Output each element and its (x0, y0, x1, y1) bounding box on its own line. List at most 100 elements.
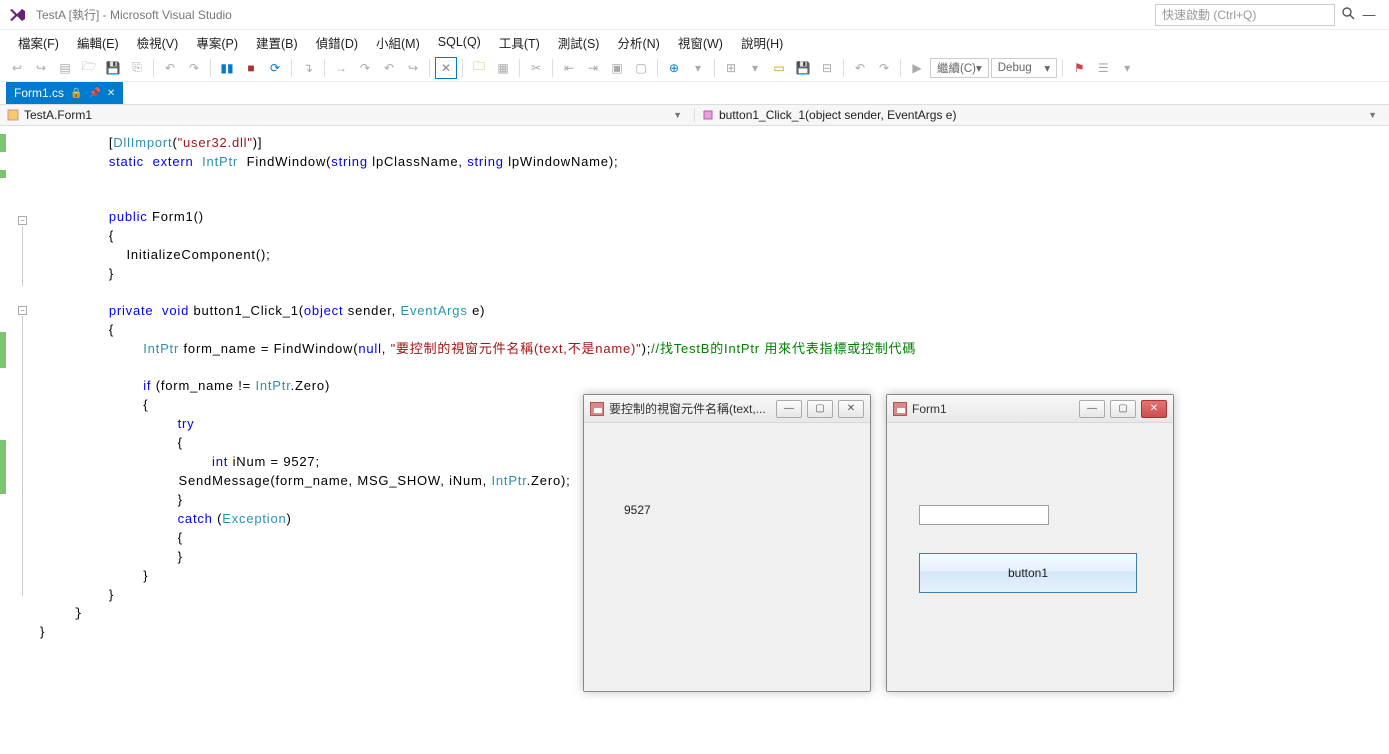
menu-build[interactable]: 建置(B) (248, 31, 306, 54)
minimize-button[interactable]: — (1079, 400, 1105, 418)
popup2-body: button1 (887, 423, 1173, 691)
pause-icon[interactable]: ▮▮ (216, 57, 238, 79)
stop-icon[interactable]: ■ (240, 57, 262, 79)
open-icon[interactable]: 🗁 (78, 57, 100, 79)
flag-icon[interactable]: ⚑ (1068, 57, 1090, 79)
menu-analyze[interactable]: 分析(N) (609, 31, 667, 54)
close-button[interactable]: ✕ (1141, 400, 1167, 418)
uncomment-icon[interactable]: ▢ (630, 57, 652, 79)
undo2-icon[interactable]: ↶ (849, 57, 871, 79)
close-button[interactable]: ✕ (838, 400, 864, 418)
more-icon[interactable]: ▾ (1116, 57, 1138, 79)
undo-icon[interactable]: ↶ (159, 57, 181, 79)
sep (429, 59, 430, 77)
menu-file[interactable]: 檔案(F) (10, 31, 67, 54)
nav-type-select[interactable]: TestA.Form1 ▼ (0, 108, 694, 122)
stack-icon[interactable]: ☰ (1092, 57, 1114, 79)
menu-test[interactable]: 測試(S) (550, 31, 608, 54)
menubar: 檔案(F) 編輯(E) 檢視(V) 專案(P) 建置(B) 偵錯(D) 小組(M… (0, 30, 1389, 54)
redo2-icon[interactable]: ↷ (873, 57, 895, 79)
fold-icon[interactable]: − (18, 306, 27, 315)
play-icon[interactable]: ▶ (906, 57, 928, 79)
chevron-down-icon: ▼ (1368, 110, 1383, 120)
menu-project[interactable]: 專案(P) (188, 31, 246, 54)
nav-member-select[interactable]: button1_Click_1(object sender, EventArgs… (694, 108, 1389, 122)
popup-testb-window[interactable]: 要控制的視窗元件名稱(text,... — ▢ ✕ 9527 (583, 394, 871, 692)
minimize-icon[interactable]: — (1355, 7, 1383, 22)
save-icon[interactable]: 💾 (102, 57, 124, 79)
sep (462, 59, 463, 77)
step-out-icon[interactable]: ↶ (378, 57, 400, 79)
misc5-icon[interactable]: ⊟ (816, 57, 838, 79)
sep (324, 59, 325, 77)
step-icon[interactable]: ↴ (297, 57, 319, 79)
chevron-down-icon: ▼ (673, 110, 688, 120)
search-icon[interactable] (1341, 6, 1355, 23)
popup1-titlebar[interactable]: 要控制的視窗元件名稱(text,... — ▢ ✕ (584, 395, 870, 423)
step-into-icon[interactable]: → (330, 57, 352, 79)
step-over-icon[interactable]: ↷ (354, 57, 376, 79)
sep (519, 59, 520, 77)
popup1-title: 要控制的視窗元件名稱(text,... (609, 400, 771, 417)
maximize-button[interactable]: ▢ (1110, 400, 1136, 418)
comment-icon[interactable]: ▣ (606, 57, 628, 79)
cut-icon[interactable]: ✂ (525, 57, 547, 79)
menu-edit[interactable]: 編輯(E) (69, 31, 127, 54)
sep (291, 59, 292, 77)
nav-member-label: button1_Click_1(object sender, EventArgs… (719, 108, 956, 122)
quick-launch-input[interactable]: 快速啟動 (Ctrl+Q) (1155, 4, 1335, 26)
redo-icon[interactable]: ↷ (183, 57, 205, 79)
nav-back-icon[interactable]: ↩ (6, 57, 28, 79)
hex-toggle-icon[interactable]: ✕ (435, 57, 457, 79)
menu-debug[interactable]: 偵錯(D) (308, 31, 366, 54)
tab-form1cs[interactable]: Form1.cs 🔒 📌 ✕ (6, 82, 123, 104)
indent-icon[interactable]: ⇤ (558, 57, 580, 79)
menu-help[interactable]: 說明(H) (733, 31, 791, 54)
quick-launch-placeholder: 快速啟動 (Ctrl+Q) (1162, 6, 1256, 23)
step-back-icon[interactable]: ↪ (402, 57, 424, 79)
app-icon (590, 402, 604, 416)
popup2-button1[interactable]: button1 (919, 553, 1137, 593)
tab-row: Form1.cs 🔒 📌 ✕ (0, 82, 1389, 104)
misc4-icon[interactable]: 💾 (792, 57, 814, 79)
menu-window[interactable]: 視窗(W) (670, 31, 731, 54)
browser-icon[interactable]: ⊕ (663, 57, 685, 79)
menu-team[interactable]: 小組(M) (368, 31, 428, 54)
menu-view[interactable]: 檢視(V) (129, 31, 187, 54)
popup-form1-window[interactable]: Form1 — ▢ ✕ button1 (886, 394, 1174, 692)
maximize-button[interactable]: ▢ (807, 400, 833, 418)
popup2-textbox[interactable] (919, 505, 1049, 525)
props-icon[interactable]: ▦ (492, 57, 514, 79)
new-item-icon[interactable]: ▤ (54, 57, 76, 79)
misc2-icon[interactable]: ▾ (744, 57, 766, 79)
window-title: TestA [執行] - Microsoft Visual Studio (36, 6, 232, 23)
folder-icon[interactable]: 🗀 (468, 57, 490, 79)
outdent-icon[interactable]: ⇥ (582, 57, 604, 79)
misc3-icon[interactable]: ▭ (768, 57, 790, 79)
restart-icon[interactable]: ⟳ (264, 57, 286, 79)
saveall-icon[interactable]: ⎘ (126, 57, 148, 79)
method-icon (701, 108, 715, 122)
sep (153, 59, 154, 77)
sep (714, 59, 715, 77)
popup2-titlebar[interactable]: Form1 — ▢ ✕ (887, 395, 1173, 423)
misc1-icon[interactable]: ⊞ (720, 57, 742, 79)
popup1-body: 9527 (584, 423, 870, 691)
titlebar: TestA [執行] - Microsoft Visual Studio 快速啟… (0, 0, 1389, 30)
sep (843, 59, 844, 77)
pin-icon[interactable]: 📌 (88, 88, 100, 99)
continue-label: 繼續(C) (937, 60, 976, 76)
attach-icon[interactable]: ▾ (687, 57, 709, 79)
fold-icon[interactable]: − (18, 216, 27, 225)
menu-tools[interactable]: 工具(T) (491, 31, 548, 54)
toolbar: ↩ ↪ ▤ 🗁 💾 ⎘ ↶ ↷ ▮▮ ■ ⟳ ↴ → ↷ ↶ ↪ ✕ 🗀 ▦ ✂… (0, 54, 1389, 82)
config-select[interactable]: Debug ▾ (991, 58, 1057, 78)
nav-fwd-icon[interactable]: ↪ (30, 57, 52, 79)
sep (552, 59, 553, 77)
continue-button[interactable]: 繼續(C) ▾ (930, 58, 989, 78)
menu-sql[interactable]: SQL(Q) (430, 33, 489, 51)
sep (657, 59, 658, 77)
class-icon (6, 108, 20, 122)
close-icon[interactable]: ✕ (107, 88, 115, 99)
minimize-button[interactable]: — (776, 400, 802, 418)
